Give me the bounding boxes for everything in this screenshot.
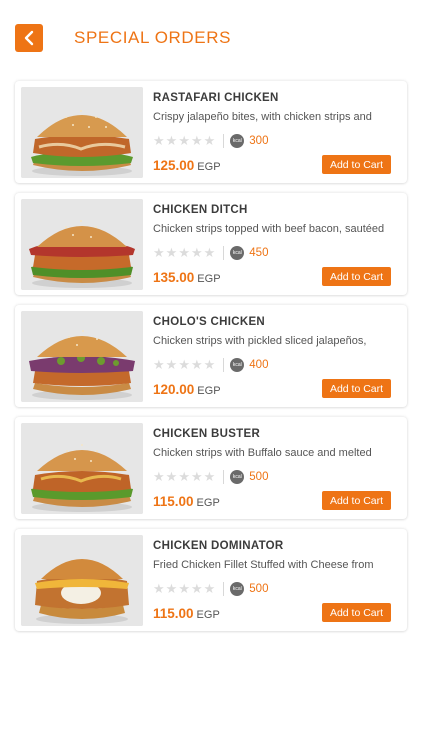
star-rating[interactable]: ★ ★ ★ ★ ★ — [153, 246, 215, 260]
price-row: 120.00 EGP — [153, 382, 221, 397]
product-description: Fried Chicken Fillet Stuffed with Cheese… — [153, 559, 374, 571]
product-name: CHOLO'S CHICKEN — [153, 316, 266, 328]
calories-value: 400 — [249, 359, 269, 371]
star-rating[interactable]: ★ ★ ★ ★ ★ — [153, 582, 215, 596]
star-icon: ★ — [165, 581, 178, 596]
star-icon: ★ — [178, 133, 190, 148]
star-icon: ★ — [165, 133, 178, 148]
product-description: Crispy jalapeño bites, with chicken stri… — [153, 111, 372, 123]
divider — [223, 134, 225, 148]
star-icon: ★ — [190, 245, 203, 260]
star-icon: ★ — [153, 245, 165, 260]
product-card[interactable]: CHICKEN DITCH Chicken strips topped with… — [15, 193, 407, 295]
kcal-icon: kcal — [230, 470, 245, 484]
add-to-cart-button[interactable]: Add to Cart — [322, 267, 391, 286]
star-icon: ★ — [190, 581, 203, 596]
star-icon: ★ — [190, 357, 203, 372]
star-icon: ★ — [178, 357, 190, 372]
star-icon: ★ — [165, 245, 178, 260]
star-icon: ★ — [190, 133, 203, 148]
header: SPECIAL ORDERS — [0, 0, 422, 78]
product-card[interactable]: CHOLO'S CHICKEN Chicken strips with pick… — [15, 305, 407, 407]
calories-value: 500 — [249, 583, 269, 595]
add-to-cart-button[interactable]: Add to Cart — [322, 155, 391, 174]
add-to-cart-button[interactable]: Add to Cart — [322, 379, 391, 398]
star-icon: ★ — [178, 581, 190, 596]
price-value: 115.00 — [153, 494, 194, 509]
star-icon: ★ — [165, 357, 178, 372]
chevron-left-icon — [24, 30, 34, 46]
divider — [223, 582, 225, 596]
divider — [223, 358, 225, 372]
star-rating[interactable]: ★ ★ ★ ★ ★ — [153, 470, 215, 484]
product-card[interactable]: RASTAFARI CHICKEN Crispy jalapeño bites,… — [15, 81, 407, 183]
product-name: CHICKEN DITCH — [153, 204, 248, 216]
back-button[interactable] — [15, 24, 43, 52]
product-card[interactable]: CHICKEN DOMINATOR Fried Chicken Fillet S… — [15, 529, 407, 631]
add-to-cart-button[interactable]: Add to Cart — [322, 491, 391, 510]
page-title: SPECIAL ORDERS — [74, 28, 232, 47]
calories-value: 500 — [249, 471, 269, 483]
star-icon: ★ — [203, 581, 216, 596]
product-name: RASTAFARI CHICKEN — [153, 92, 279, 104]
kcal-icon: kcal — [230, 134, 245, 148]
rating-row: ★ ★ ★ ★ ★ kcal 450 — [153, 245, 268, 261]
divider — [223, 470, 225, 484]
divider — [223, 246, 225, 260]
kcal-icon: kcal — [230, 246, 245, 260]
add-to-cart-button[interactable]: Add to Cart — [322, 603, 391, 622]
star-icon: ★ — [203, 357, 216, 372]
product-image — [21, 87, 143, 178]
currency-label: EGP — [196, 609, 220, 621]
price-row: 135.00 EGP — [153, 270, 221, 285]
price-value: 115.00 — [153, 606, 194, 621]
kcal-icon: kcal — [230, 582, 245, 596]
price-value: 120.00 — [153, 382, 195, 397]
star-icon: ★ — [203, 245, 216, 260]
rating-row: ★ ★ ★ ★ ★ kcal 500 — [153, 581, 268, 597]
price-row: 115.00 EGP — [153, 494, 220, 509]
kcal-icon: kcal — [230, 358, 245, 372]
currency-label: EGP — [197, 273, 221, 285]
star-icon: ★ — [178, 245, 190, 260]
rating-row: ★ ★ ★ ★ ★ kcal 500 — [153, 469, 268, 485]
currency-label: EGP — [197, 161, 221, 173]
calories-value: 450 — [249, 247, 269, 259]
star-icon: ★ — [153, 133, 165, 148]
product-description: Chicken strips topped with beef bacon, s… — [153, 223, 385, 235]
rating-row: ★ ★ ★ ★ ★ kcal 300 — [153, 133, 268, 149]
star-icon: ★ — [203, 133, 216, 148]
currency-label: EGP — [196, 497, 220, 509]
price-value: 125.00 — [153, 158, 195, 173]
product-name: CHICKEN DOMINATOR — [153, 540, 284, 552]
product-image — [21, 423, 143, 514]
star-icon: ★ — [153, 469, 165, 484]
star-icon: ★ — [153, 581, 165, 596]
star-icon: ★ — [153, 357, 165, 372]
product-image — [21, 535, 143, 626]
product-image — [21, 311, 143, 402]
product-list: RASTAFARI CHICKEN Crispy jalapeño bites,… — [15, 81, 407, 641]
star-rating[interactable]: ★ ★ ★ ★ ★ — [153, 358, 215, 372]
price-row: 125.00 EGP — [153, 158, 221, 173]
product-card[interactable]: CHICKEN BUSTER Chicken strips with Buffa… — [15, 417, 407, 519]
star-icon: ★ — [178, 469, 190, 484]
price-value: 135.00 — [153, 270, 195, 285]
product-description: Chicken strips with pickled sliced jalap… — [153, 335, 367, 347]
product-description: Chicken strips with Buffalo sauce and me… — [153, 447, 372, 459]
currency-label: EGP — [197, 385, 221, 397]
star-icon: ★ — [203, 469, 216, 484]
calories-value: 300 — [249, 135, 269, 147]
star-icon: ★ — [165, 469, 178, 484]
star-icon: ★ — [190, 469, 203, 484]
rating-row: ★ ★ ★ ★ ★ kcal 400 — [153, 357, 268, 373]
product-name: CHICKEN BUSTER — [153, 428, 261, 440]
product-image — [21, 199, 143, 290]
star-rating[interactable]: ★ ★ ★ ★ ★ — [153, 134, 215, 148]
price-row: 115.00 EGP — [153, 606, 220, 621]
